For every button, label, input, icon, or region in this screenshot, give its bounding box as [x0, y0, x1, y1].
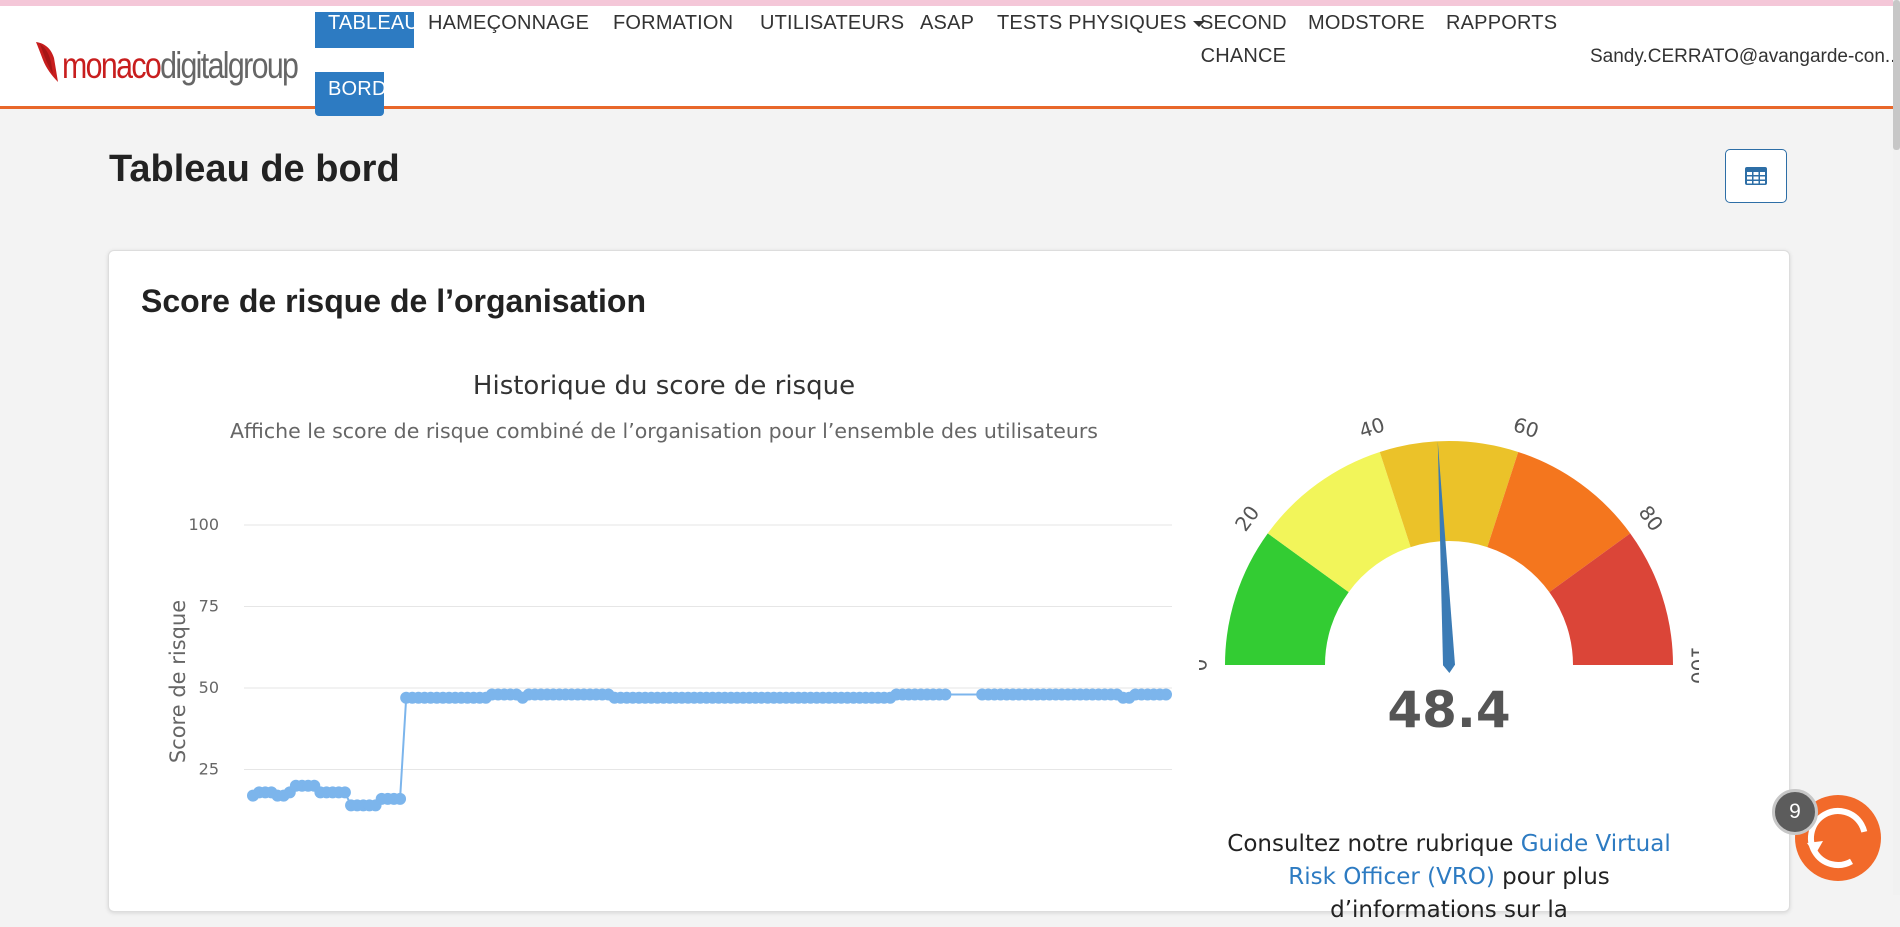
- page-title: Tableau de bord: [109, 148, 400, 190]
- user-account-menu[interactable]: Sandy.CERRATO@avangarde-con...: [1590, 46, 1900, 68]
- risk-score-gauge: 0 20 40 60 80 100 48.4: [1199, 412, 1700, 739]
- top-navbar: monacodigitalgroup TABLEAU DE BORD HAMEÇ…: [0, 6, 1900, 116]
- nav-item-rapports[interactable]: RAPPORTS: [1446, 7, 1557, 40]
- monaco-digital-group-logo[interactable]: monacodigitalgroup: [34, 32, 349, 84]
- notification-badge: 9: [1772, 789, 1818, 835]
- risk-score-card: Score de risque de l’organisation Histor…: [108, 250, 1790, 923]
- chart-subtitle: Affiche le score de risque combiné de l’…: [230, 419, 1098, 443]
- gauge-value: 48.4: [1387, 681, 1510, 739]
- scrollbar-thumb[interactable]: [1893, 0, 1900, 150]
- data-point: [939, 688, 952, 701]
- nav-item-asap[interactable]: ASAP: [920, 7, 974, 40]
- data-point: [394, 792, 407, 805]
- series-line: [252, 693, 1166, 807]
- logo-wordmark: monacodigitalgroup: [62, 45, 299, 86]
- gauge-tick-label: 100: [1687, 646, 1700, 684]
- nav-item-label: TESTS PHYSIQUES: [997, 12, 1187, 34]
- risk-score-history-chart[interactable]: 25 50 75 100 Score de risque: [109, 451, 1219, 911]
- page-scrollbar[interactable]: [1893, 0, 1900, 895]
- nav-item-utilisateurs[interactable]: UTILISATEURS: [760, 7, 904, 40]
- guide-prefix: Consultez notre rubrique: [1227, 831, 1521, 857]
- y-tick-label: 75: [199, 597, 219, 616]
- y-tick-label: 50: [199, 678, 219, 697]
- gauge-tick-label: 40: [1356, 412, 1388, 443]
- nav-item-tests-physiques[interactable]: TESTS PHYSIQUES: [997, 7, 1205, 40]
- gauge-tick-label: 0: [1199, 659, 1212, 672]
- nav-item-hameconnage[interactable]: HAMEÇONNAGE: [428, 7, 589, 40]
- table-grid-icon: [1745, 167, 1767, 185]
- nav-item-tableau-de-bord[interactable]: TABLEAU DE BORD: [328, 7, 419, 106]
- vro-guide-text: Consultez notre rubrique Guide Virtual R…: [1219, 828, 1679, 927]
- logo-mark-icon: [36, 42, 58, 82]
- y-axis-label: Score de risque: [166, 600, 190, 763]
- nav-item-second-chance[interactable]: SECOND CHANCE: [1200, 7, 1287, 73]
- nav-item-formation[interactable]: FORMATION: [613, 7, 733, 40]
- gauge-tick-label: 80: [1634, 501, 1668, 536]
- nav-item-modstore[interactable]: MODSTORE: [1308, 7, 1425, 40]
- gauge-tick-label: 20: [1230, 501, 1264, 536]
- chart-title: Historique du score de risque: [472, 371, 856, 401]
- table-view-button[interactable]: [1725, 149, 1787, 203]
- y-tick-label: 25: [199, 760, 219, 779]
- data-point: [1160, 688, 1172, 701]
- card-title: Score de risque de l’organisation: [141, 283, 647, 319]
- data-point: [338, 786, 351, 799]
- y-tick-label: 100: [188, 515, 219, 534]
- gauge-tick-label: 60: [1510, 412, 1542, 443]
